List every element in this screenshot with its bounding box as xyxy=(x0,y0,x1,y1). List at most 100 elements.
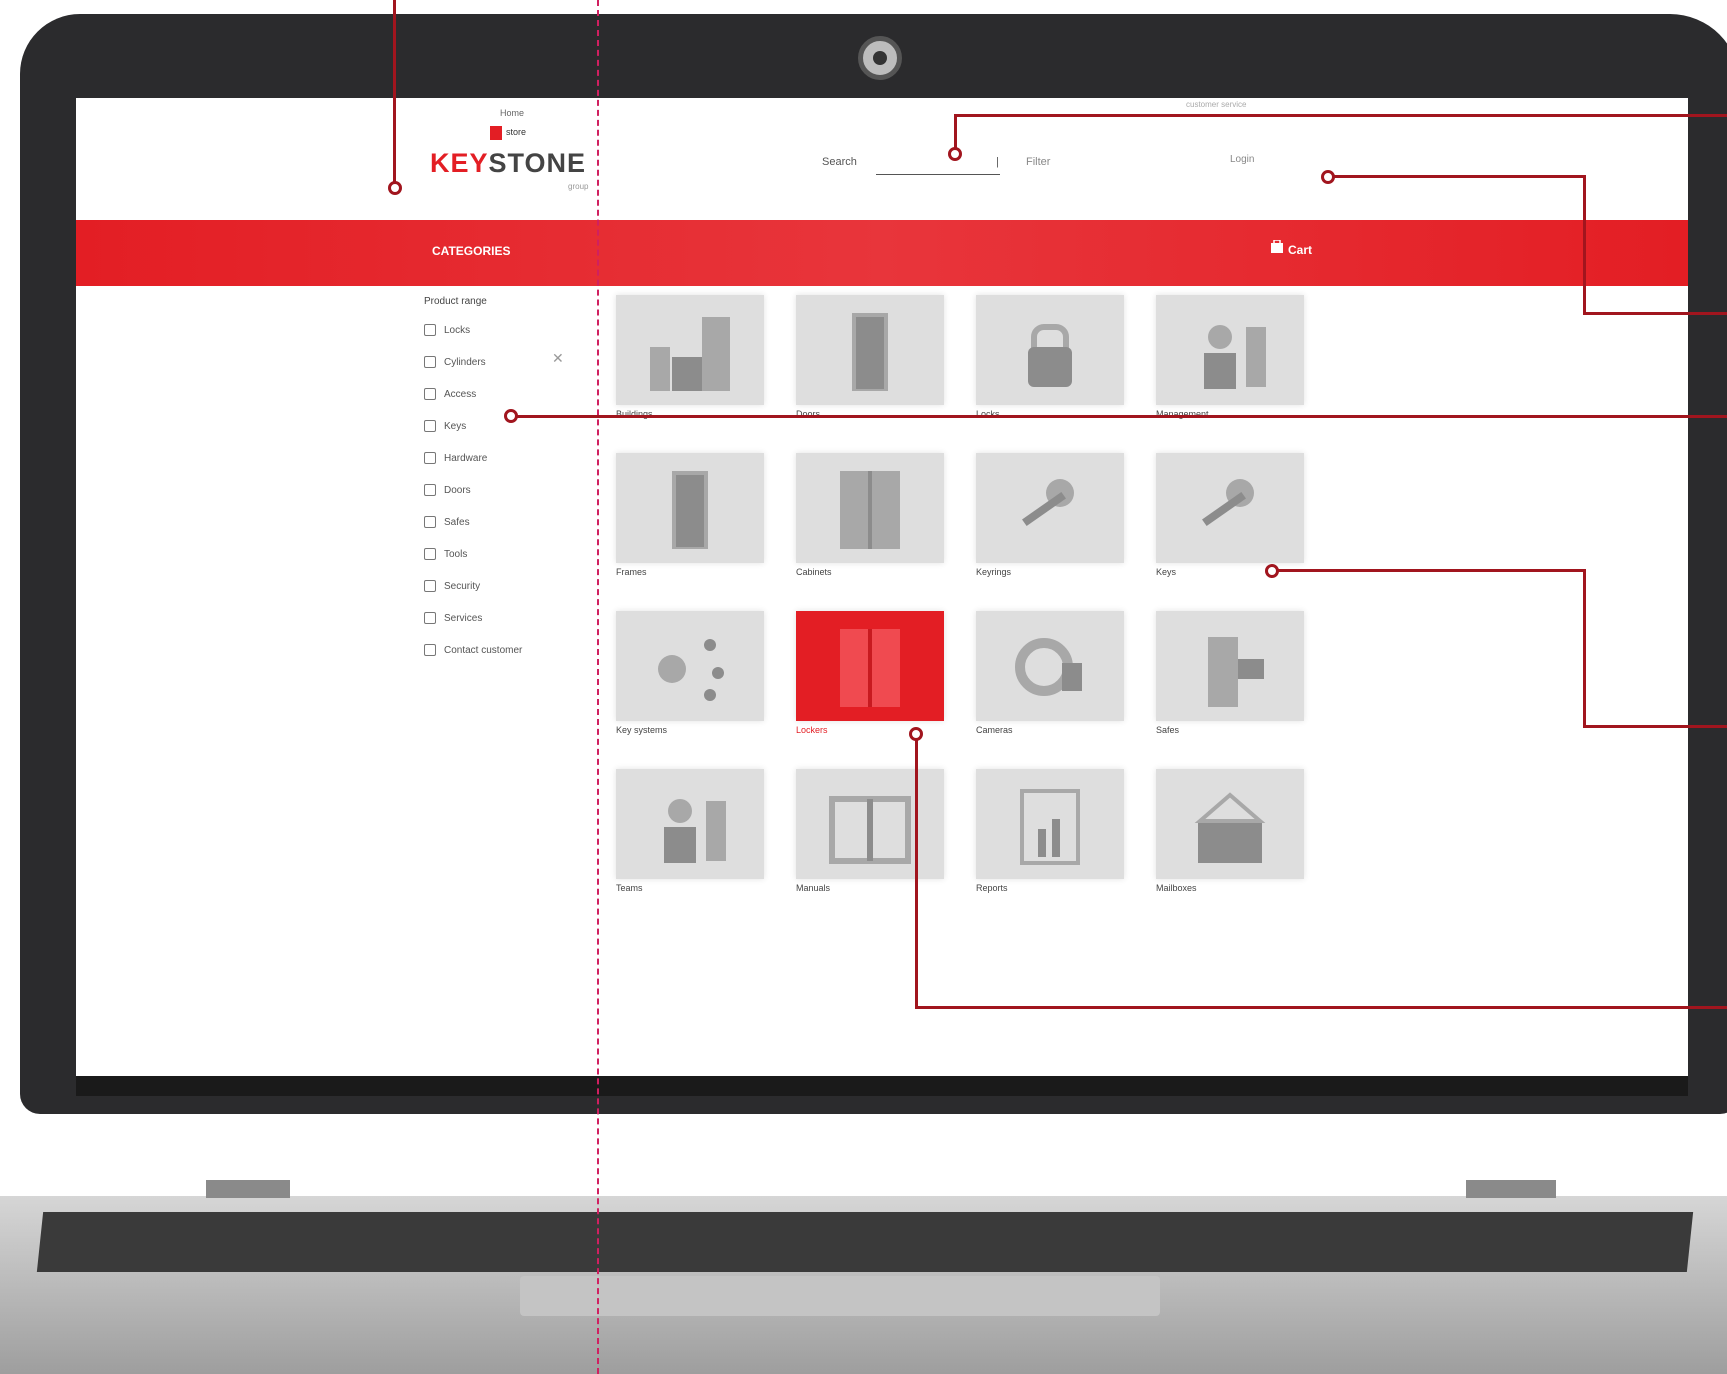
sidebar-item[interactable]: Doors xyxy=(424,484,471,496)
sidebar-item-label: Services xyxy=(444,612,483,624)
category-tile[interactable] xyxy=(796,453,944,563)
category-tile[interactable] xyxy=(796,611,944,721)
callout-dot xyxy=(504,409,518,423)
category-tile[interactable] xyxy=(976,611,1124,721)
category-tile[interactable] xyxy=(796,295,944,405)
sidebar-item[interactable]: Safes xyxy=(424,516,470,528)
topbar-link[interactable]: customer service xyxy=(1186,100,1246,109)
callout-line xyxy=(1329,175,1585,178)
shield-icon xyxy=(424,580,436,592)
home-link[interactable]: Home xyxy=(500,108,524,118)
safe-icon xyxy=(424,516,436,528)
category-tile-label[interactable]: Safes xyxy=(1156,725,1179,735)
callout-line xyxy=(1583,175,1586,314)
sidebar-item[interactable]: Hardware xyxy=(424,452,487,464)
cabinet-icon xyxy=(840,471,900,549)
sidebar-item[interactable]: Cylinders xyxy=(424,356,486,368)
team-icon xyxy=(664,799,726,863)
category-tile-label[interactable]: Keyrings xyxy=(976,567,1011,577)
callout-dot xyxy=(1321,170,1335,184)
cart-icon[interactable] xyxy=(1270,240,1284,254)
hinge-left xyxy=(206,1180,290,1198)
sidebar-heading: Product range xyxy=(424,296,487,307)
keyring-icon xyxy=(1022,479,1074,527)
category-tile-label[interactable]: Manuals xyxy=(796,883,830,893)
category-tile[interactable] xyxy=(1156,453,1304,563)
category-tile[interactable] xyxy=(616,453,764,563)
login-link[interactable]: Login xyxy=(1230,154,1254,165)
callout-dot xyxy=(909,727,923,741)
frame-icon xyxy=(672,471,708,549)
category-tile-label[interactable]: Cabinets xyxy=(796,567,832,577)
door-icon xyxy=(424,484,436,496)
contact-icon xyxy=(424,644,436,656)
sidebar-item[interactable]: Locks xyxy=(424,324,470,336)
category-tile[interactable] xyxy=(976,295,1124,405)
sidebar-item[interactable]: Services xyxy=(424,612,482,624)
brand-subtitle: group xyxy=(568,182,589,191)
sidebar-item[interactable]: Access xyxy=(424,388,476,400)
sidebar-item-label: Keys xyxy=(444,420,467,432)
keyboard xyxy=(36,1212,1694,1272)
sidebar-item[interactable]: Contact customer xyxy=(424,644,522,656)
brand-key: KEY xyxy=(430,148,489,178)
category-tile[interactable] xyxy=(1156,769,1304,879)
hardware-icon xyxy=(424,452,436,464)
category-tile-label[interactable]: Keys xyxy=(1156,567,1176,577)
category-tile[interactable] xyxy=(1156,611,1304,721)
callout-line xyxy=(393,0,396,186)
trackpad xyxy=(520,1276,1160,1316)
tool-icon xyxy=(424,548,436,560)
cart-button[interactable]: Cart xyxy=(1288,243,1312,257)
key-icon xyxy=(424,420,436,432)
callout-line xyxy=(515,415,1727,418)
management-icon xyxy=(1204,325,1266,389)
category-tile-label[interactable]: Key systems xyxy=(616,725,667,735)
sidebar-item[interactable]: Tools xyxy=(424,548,467,560)
callout-dot xyxy=(1265,564,1279,578)
category-tile[interactable] xyxy=(616,611,764,721)
service-icon xyxy=(424,612,436,624)
category-tile[interactable] xyxy=(1156,295,1304,405)
category-tile[interactable] xyxy=(976,769,1124,879)
sidebar-item[interactable]: Security xyxy=(424,580,480,592)
building-icon xyxy=(650,317,730,391)
search-input[interactable] xyxy=(876,154,1000,175)
nav-title[interactable]: CATEGORIES xyxy=(432,244,510,258)
keys-icon xyxy=(1202,479,1254,527)
book-icon xyxy=(829,796,911,864)
search-separator: | xyxy=(996,156,999,168)
sidebar-item-label: Safes xyxy=(444,516,470,528)
store-link[interactable]: store xyxy=(506,127,526,137)
callout-dot xyxy=(388,181,402,195)
category-tile-label[interactable]: Teams xyxy=(616,883,643,893)
sidebar-item-label: Doors xyxy=(444,484,471,496)
brand-stone: STONE xyxy=(488,148,587,178)
door-icon xyxy=(852,313,888,391)
category-tile[interactable] xyxy=(616,295,764,405)
camera-icon xyxy=(1015,638,1082,696)
filter-link[interactable]: Filter xyxy=(1026,156,1050,168)
sidebar-item-label: Locks xyxy=(444,324,471,336)
screen-chin xyxy=(76,1076,1688,1096)
sidebar-item-label: Cylinders xyxy=(444,356,486,368)
callout-line xyxy=(915,1006,1727,1009)
category-tile-label[interactable]: Mailboxes xyxy=(1156,883,1197,893)
category-tile[interactable] xyxy=(796,769,944,879)
category-tile-label[interactable]: Lockers xyxy=(796,725,828,735)
brand-logo[interactable]: KEYSTONE xyxy=(430,148,586,179)
category-tile[interactable] xyxy=(976,453,1124,563)
category-tile[interactable] xyxy=(616,769,764,879)
callout-line xyxy=(954,114,1727,117)
sidebar-item[interactable]: Keys xyxy=(424,420,466,432)
category-tile-label[interactable]: Frames xyxy=(616,567,647,577)
callout-line xyxy=(1583,569,1586,727)
category-tile-label[interactable]: Cameras xyxy=(976,725,1013,735)
callout-line xyxy=(1272,569,1586,572)
sidebar-item-label: Contact customer xyxy=(444,644,523,656)
access-icon xyxy=(424,388,436,400)
close-icon[interactable]: ✕ xyxy=(552,350,564,367)
callout-dot xyxy=(948,147,962,161)
category-tile-label[interactable]: Reports xyxy=(976,883,1008,893)
screen: customer service Home store KEYSTONE gro… xyxy=(76,98,1688,1076)
